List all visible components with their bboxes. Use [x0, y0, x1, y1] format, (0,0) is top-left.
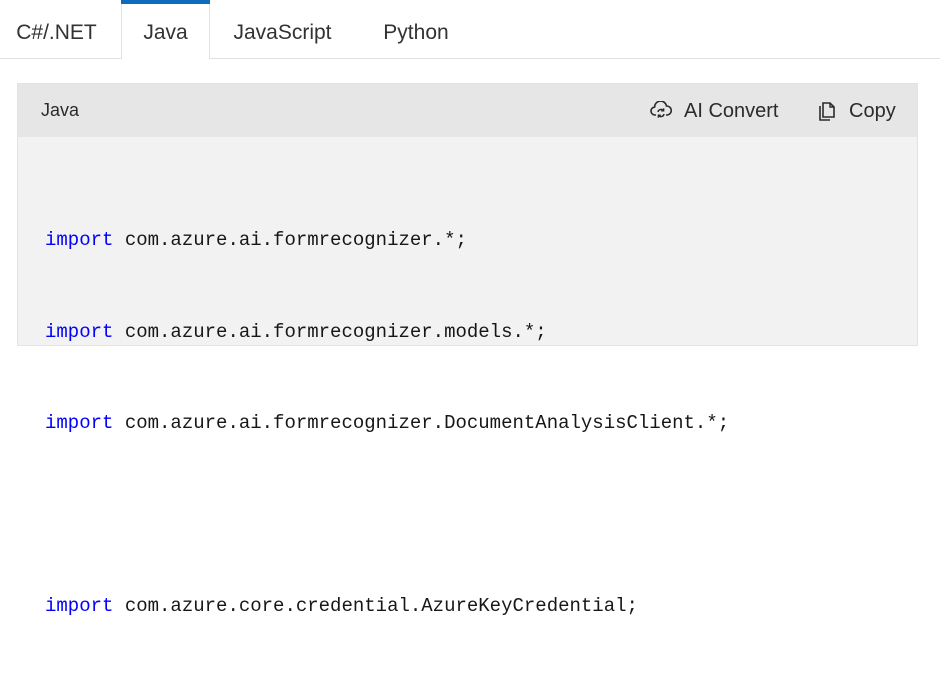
code-text: com.azure.ai.formrecognizer.*; — [113, 229, 467, 251]
tab-javascript[interactable]: JavaScript — [215, 0, 350, 58]
tab-python[interactable]: Python — [357, 0, 475, 58]
tab-java[interactable]: Java — [121, 0, 210, 59]
code-line: import com.azure.ai.formrecognizer.model… — [45, 317, 905, 348]
code-keyword: import — [45, 320, 114, 343]
copy-icon — [816, 100, 836, 122]
ai-convert-label: AI Convert — [684, 99, 779, 122]
language-tabs: C#/.NET Java JavaScript Python — [0, 0, 940, 59]
code-keyword: import — [45, 412, 114, 434]
copy-label: Copy — [849, 99, 896, 122]
code-keyword: import — [45, 229, 114, 251]
code-block: Java AI Convert Copy import com.azure.ai… — [17, 83, 918, 617]
code-line: import com.azure.core.credential.AzureKe… — [45, 591, 905, 622]
ai-convert-button[interactable]: AI Convert — [650, 97, 778, 125]
code-content: import com.azure.ai.formrecognizer.*; im… — [45, 164, 905, 683]
code-language-label: Java — [41, 100, 80, 120]
code-line: import com.azure.ai.formrecognizer.*; — [45, 225, 905, 256]
code-text: com.azure.ai.formrecognizer.models.*; — [113, 320, 547, 343]
code-text: com.azure.core.credential.AzureKeyCreden… — [113, 595, 638, 617]
tab-csharp[interactable]: C#/.NET — [0, 0, 113, 58]
code-block-header: Java AI Convert Copy — [18, 84, 917, 137]
copy-button[interactable]: Copy — [816, 97, 896, 125]
code-line: import com.azure.ai.formrecognizer.Docum… — [45, 408, 905, 439]
cloud-sync-icon — [650, 101, 672, 121]
code-keyword: import — [45, 595, 114, 617]
code-text: com.azure.ai.formrecognizer.DocumentAnal… — [113, 412, 730, 434]
